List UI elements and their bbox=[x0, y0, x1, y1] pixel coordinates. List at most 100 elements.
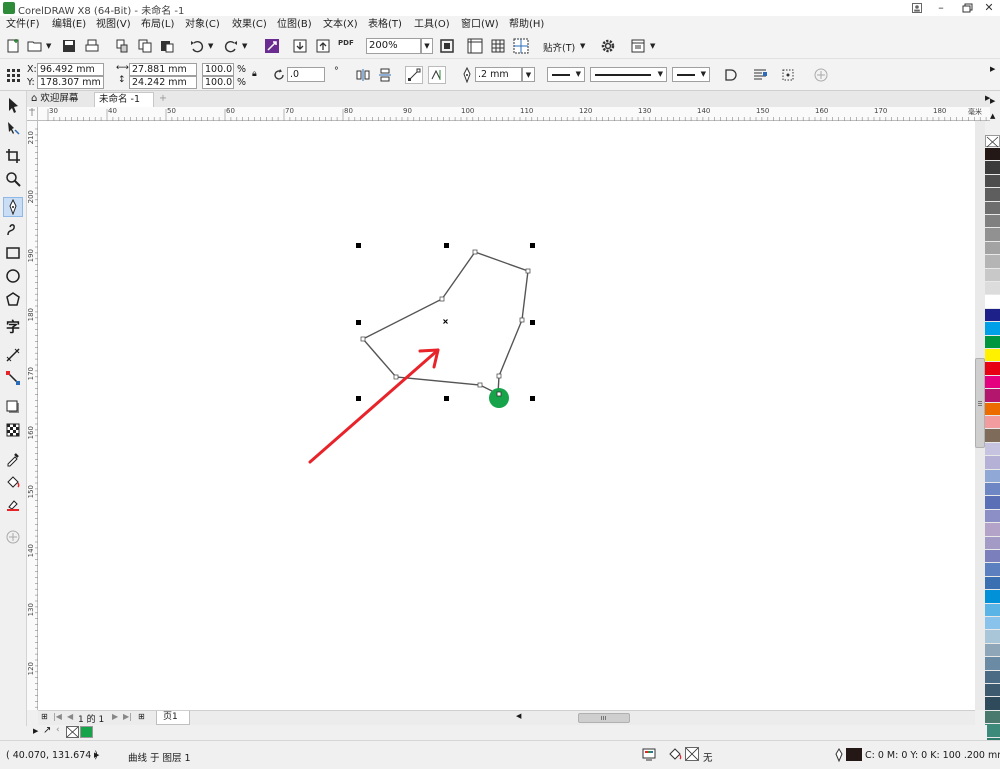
show-rulers-icon[interactable] bbox=[466, 37, 484, 55]
palette-swatch[interactable] bbox=[985, 322, 1000, 336]
new-document-icon[interactable] bbox=[4, 37, 22, 55]
palette-swatch[interactable] bbox=[985, 268, 1000, 282]
palette-swatch[interactable] bbox=[985, 576, 1000, 591]
open-folder-icon[interactable] bbox=[26, 37, 44, 55]
page-options-icon[interactable]: ⊞ bbox=[41, 712, 48, 721]
palette-swatch[interactable] bbox=[985, 496, 1000, 510]
menu-effects[interactable]: 效果(C) bbox=[232, 17, 267, 33]
eyedropper-tool-icon[interactable] bbox=[3, 449, 23, 469]
palette-swatch[interactable] bbox=[985, 563, 1000, 577]
menu-layout[interactable]: 布局(L) bbox=[141, 17, 174, 33]
horizontal-scrollbar[interactable] bbox=[528, 710, 975, 725]
h-scroll-left-icon[interactable]: ◀ bbox=[516, 712, 521, 720]
page-tab[interactable]: 页1 bbox=[156, 711, 190, 725]
palette-swatch[interactable] bbox=[985, 523, 1000, 537]
menu-help[interactable]: 帮助(H) bbox=[509, 17, 544, 33]
export-icon[interactable] bbox=[314, 37, 332, 55]
add-page-icon[interactable]: ⊞ bbox=[138, 712, 145, 721]
menu-object[interactable]: 对象(C) bbox=[185, 17, 220, 33]
pick-tool-icon[interactable] bbox=[3, 95, 23, 115]
artistic-media-tool-icon[interactable] bbox=[3, 220, 23, 240]
palette-swatch[interactable] bbox=[985, 335, 1000, 349]
palette-swatch[interactable] bbox=[985, 684, 1000, 698]
polygon-tool-icon[interactable] bbox=[3, 289, 23, 309]
outline-color-swatch[interactable] bbox=[846, 748, 862, 761]
import-icon[interactable] bbox=[291, 37, 309, 55]
scale-x-field[interactable]: 100.0 bbox=[202, 63, 234, 76]
publish-pdf-icon[interactable]: PDF bbox=[338, 39, 354, 47]
palette-swatch[interactable] bbox=[985, 643, 1000, 658]
object-origin-icon[interactable] bbox=[4, 66, 22, 84]
palette-swatch[interactable] bbox=[985, 724, 1000, 738]
palette-swatch[interactable] bbox=[985, 201, 1000, 215]
palette-swatch[interactable] bbox=[985, 670, 1000, 684]
rectangle-tool-icon[interactable] bbox=[3, 243, 23, 263]
copy-icon[interactable] bbox=[136, 37, 154, 55]
add-toolbar-icon[interactable] bbox=[812, 66, 830, 84]
show-grid-icon[interactable] bbox=[489, 37, 507, 55]
undo-dropdown-icon[interactable]: ▼ bbox=[208, 42, 213, 50]
vertical-scrollbar[interactable] bbox=[975, 121, 985, 710]
print-icon[interactable] bbox=[83, 37, 101, 55]
vertical-scroll-thumb[interactable] bbox=[975, 358, 985, 448]
palette-swatch[interactable] bbox=[985, 295, 1000, 309]
lock-ratio-icon[interactable]: 🔒︎ bbox=[252, 69, 257, 79]
color-proofing-icon[interactable] bbox=[642, 747, 656, 761]
shape-tool-icon[interactable] bbox=[3, 118, 23, 138]
palette-swatch[interactable] bbox=[985, 389, 1000, 403]
palette-swatch[interactable] bbox=[985, 349, 1000, 363]
palette-swatch[interactable] bbox=[985, 456, 1000, 470]
menu-table[interactable]: 表格(T) bbox=[368, 17, 402, 33]
palette-swatch[interactable] bbox=[985, 215, 1000, 229]
palette-swatch[interactable] bbox=[985, 469, 1000, 483]
bounding-box-icon[interactable] bbox=[779, 66, 797, 84]
fill-bucket-icon[interactable] bbox=[668, 747, 682, 761]
menu-edit[interactable]: 编辑(E) bbox=[52, 17, 86, 33]
new-tab-button[interactable]: + bbox=[156, 92, 170, 107]
menu-view[interactable]: 视图(V) bbox=[96, 17, 131, 33]
freehand-tool-icon[interactable] bbox=[3, 197, 23, 217]
palette-scroll-up-icon[interactable]: ▲ bbox=[990, 112, 995, 120]
palette-swatch[interactable] bbox=[985, 362, 1000, 376]
redo-dropdown-icon[interactable]: ▼ bbox=[242, 42, 247, 50]
outline-width-dropdown-icon[interactable]: ▼ bbox=[522, 67, 535, 82]
palette-swatch[interactable] bbox=[985, 617, 1000, 631]
rotation-angle-field[interactable]: .0 bbox=[287, 67, 325, 82]
outline-width-field[interactable]: .2 mm bbox=[475, 67, 522, 82]
zoom-level-field[interactable]: 200% bbox=[366, 38, 421, 54]
wrap-text-icon[interactable] bbox=[751, 66, 769, 84]
snap-dropdown-icon[interactable]: ▼ bbox=[580, 42, 585, 50]
palette-swatch[interactable] bbox=[985, 429, 1000, 443]
full-screen-preview-icon[interactable] bbox=[438, 37, 456, 55]
drawing-canvas[interactable] bbox=[38, 121, 975, 710]
property-bar-expand-icon[interactable]: ▶ bbox=[990, 65, 995, 73]
transparency-tool-icon[interactable] bbox=[3, 420, 23, 440]
minimize-button[interactable]: – bbox=[930, 0, 952, 16]
user-account-icon[interactable] bbox=[906, 0, 928, 16]
mirror-horizontal-icon[interactable] bbox=[354, 66, 372, 84]
line-style-selector[interactable]: ▼ bbox=[590, 67, 667, 82]
width-field[interactable]: 27.881 mm bbox=[129, 63, 197, 76]
edit-fill-icon[interactable] bbox=[428, 66, 446, 84]
ellipse-tool-icon[interactable] bbox=[3, 266, 23, 286]
palette-swatch[interactable] bbox=[985, 630, 1000, 644]
snap-to-label[interactable]: 贴齐(T) bbox=[543, 40, 575, 54]
docker-expand-icon[interactable]: ▶ bbox=[990, 97, 995, 105]
application-launcher-icon[interactable] bbox=[629, 37, 647, 55]
end-arrowhead-selector[interactable]: ▼ bbox=[672, 67, 710, 82]
menu-tools[interactable]: 工具(O) bbox=[414, 17, 450, 33]
paste-icon[interactable] bbox=[158, 37, 176, 55]
zoom-dropdown-icon[interactable]: ▼ bbox=[421, 38, 433, 54]
close-button[interactable]: ✕ bbox=[978, 0, 1000, 16]
zoom-tool-icon[interactable] bbox=[3, 169, 23, 189]
interactive-fill-tool-icon[interactable] bbox=[3, 472, 23, 492]
palette-swatch[interactable] bbox=[985, 148, 1000, 162]
palette-swatch[interactable] bbox=[985, 161, 1000, 175]
text-tool-icon[interactable]: 字 bbox=[3, 317, 23, 337]
node-edit-icon[interactable] bbox=[405, 66, 423, 84]
horizontal-ruler[interactable]: 30 40 50 60 70 80 90 100 110 120 130 140… bbox=[38, 107, 990, 121]
palette-swatch[interactable] bbox=[985, 375, 1000, 390]
tab-untitled-document[interactable]: 未命名 -1 bbox=[94, 92, 154, 107]
fill-none-swatch[interactable] bbox=[685, 747, 699, 761]
height-field[interactable]: 24.242 mm bbox=[129, 76, 197, 89]
